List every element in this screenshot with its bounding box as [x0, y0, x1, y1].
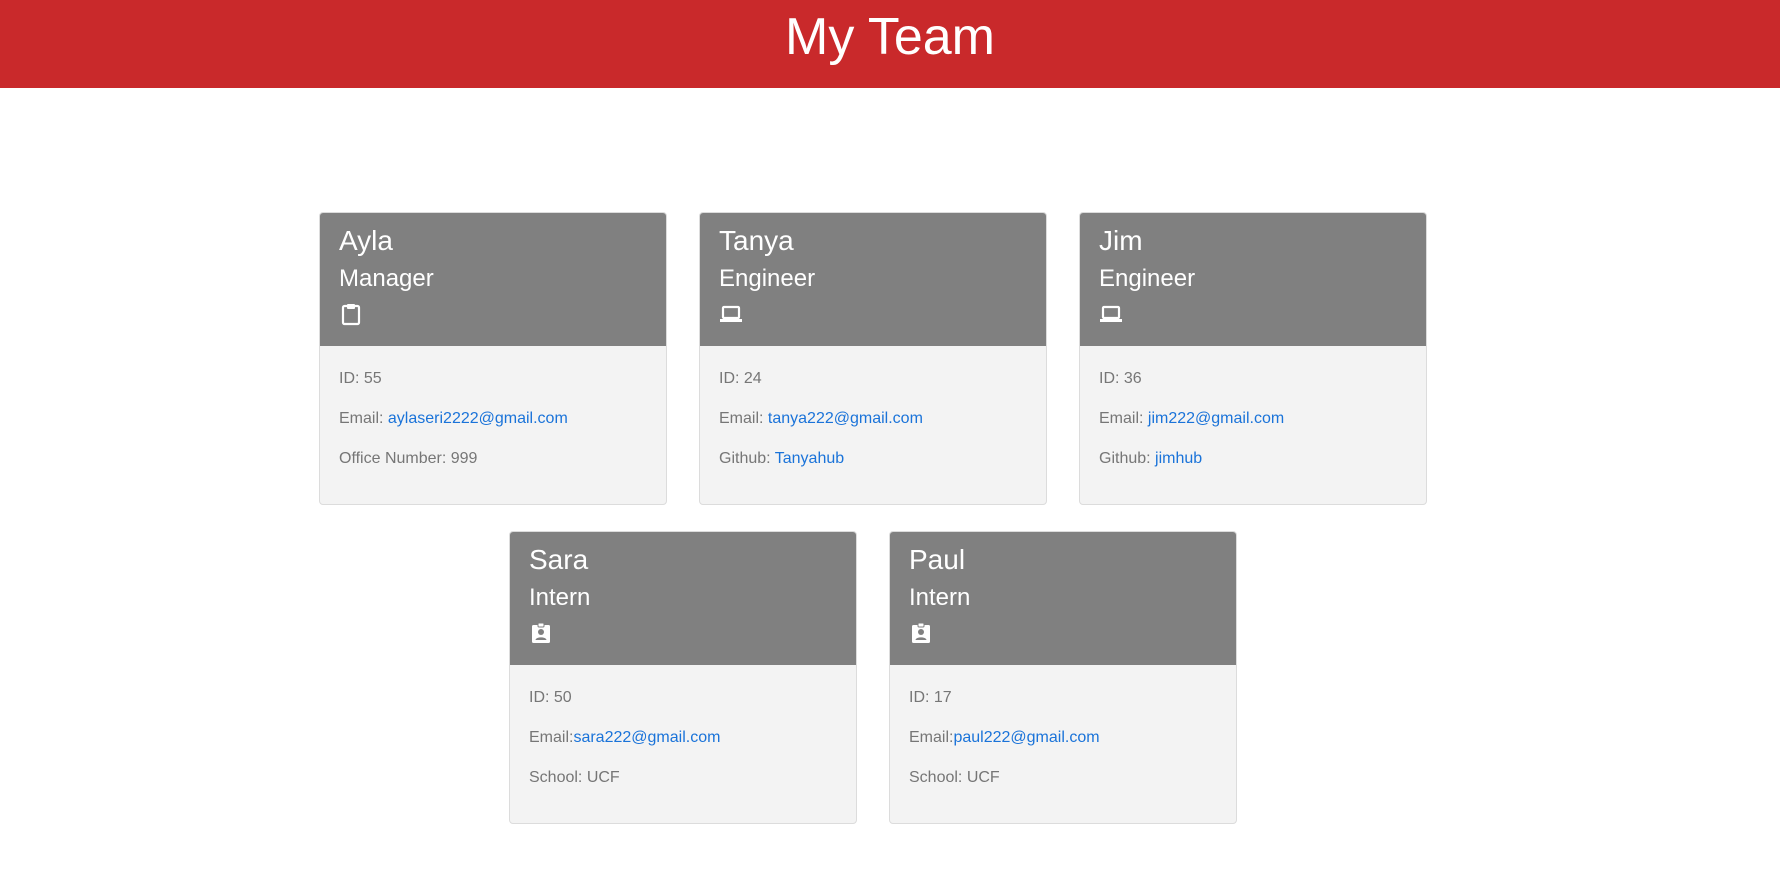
card-body: ID: 24 Email: tanya222@gmail.com Github:… — [700, 346, 1046, 504]
employee-email-row: Email:sara222@gmail.com — [529, 728, 720, 748]
employee-email-row: Email:paul222@gmail.com — [909, 728, 1100, 748]
email-link[interactable]: sara222@gmail.com — [573, 729, 720, 746]
card-body: ID: 17 Email:paul222@gmail.com School: U… — [890, 665, 1236, 823]
email-link[interactable]: tanya222@gmail.com — [768, 410, 923, 427]
clipboard-icon — [341, 304, 361, 326]
card-header: Tanya Engineer — [700, 213, 1046, 346]
employee-role: Engineer — [1099, 265, 1196, 292]
employee-role: Engineer — [719, 265, 816, 292]
school-row: School: UCF — [529, 769, 620, 786]
page-header: My Team — [0, 0, 1780, 88]
office-number: Office Number: 999 — [339, 450, 478, 467]
employee-role: Manager — [339, 265, 434, 292]
email-link[interactable]: aylaseri2222@gmail.com — [388, 410, 568, 427]
card-header: Sara Intern — [510, 532, 856, 665]
github-row: Github: Tanyahub — [719, 450, 845, 467]
employee-name: Tanya — [719, 225, 794, 256]
email-label: Email: — [1099, 410, 1148, 427]
employee-name: Paul — [909, 544, 966, 575]
employee-name: Sara — [529, 544, 589, 575]
email-link[interactable]: paul222@gmail.com — [953, 729, 1099, 746]
email-label: Email: — [529, 729, 574, 746]
employee-id: ID: 55 — [339, 370, 382, 387]
employee-email-row: Email: jim222@gmail.com — [1099, 409, 1284, 429]
employee-id: ID: 17 — [909, 689, 952, 706]
employee-role: Intern — [909, 584, 971, 611]
card-body: ID: 50 Email:sara222@gmail.com School: U… — [510, 665, 856, 823]
employee-card-ayla: Ayla Manager ID: 55 Email: aylaseri2222@… — [319, 212, 667, 505]
github-link[interactable]: jimhub — [1155, 450, 1202, 467]
employee-id: ID: 24 — [719, 370, 762, 387]
employee-card-jim: Jim Engineer ID: 36 Email: jim222@gmail.… — [1079, 212, 1427, 505]
employee-id: ID: 50 — [529, 689, 572, 706]
id-badge-icon — [532, 622, 550, 643]
email-label: Email: — [719, 410, 768, 427]
employee-card-sara: Sara Intern ID: 50 Email:sara222@gmail.c… — [509, 531, 857, 824]
card-header: Jim Engineer — [1080, 213, 1426, 346]
github-link[interactable]: Tanyahub — [775, 450, 844, 467]
employee-card-paul: Paul Intern ID: 17 Email:paul222@gmail.c… — [889, 531, 1237, 824]
employee-email-row: Email: aylaseri2222@gmail.com — [339, 409, 568, 429]
page-title: My Team — [785, 8, 995, 66]
email-label: Email: — [909, 729, 954, 746]
card-header: Paul Intern — [890, 532, 1236, 665]
employee-name: Ayla — [339, 225, 393, 256]
employee-name: Jim — [1099, 225, 1143, 256]
employee-email-row: Email: tanya222@gmail.com — [719, 409, 923, 429]
card-body: ID: 55 Email: aylaseri2222@gmail.com Off… — [320, 346, 666, 504]
employee-role: Intern — [529, 584, 591, 611]
id-badge-icon — [912, 622, 930, 643]
email-label: Email: — [339, 410, 388, 427]
employee-id: ID: 36 — [1099, 370, 1142, 387]
school-row: School: UCF — [909, 769, 1000, 786]
card-body: ID: 36 Email: jim222@gmail.com Github: j… — [1080, 346, 1426, 504]
employee-card-tanya: Tanya Engineer ID: 24 Email: tanya222@gm… — [699, 212, 1047, 505]
laptop-icon — [720, 305, 742, 322]
card-header: Ayla Manager — [320, 213, 666, 346]
email-link[interactable]: jim222@gmail.com — [1148, 410, 1284, 427]
laptop-icon — [1100, 305, 1122, 322]
github-row: Github: jimhub — [1099, 450, 1203, 467]
